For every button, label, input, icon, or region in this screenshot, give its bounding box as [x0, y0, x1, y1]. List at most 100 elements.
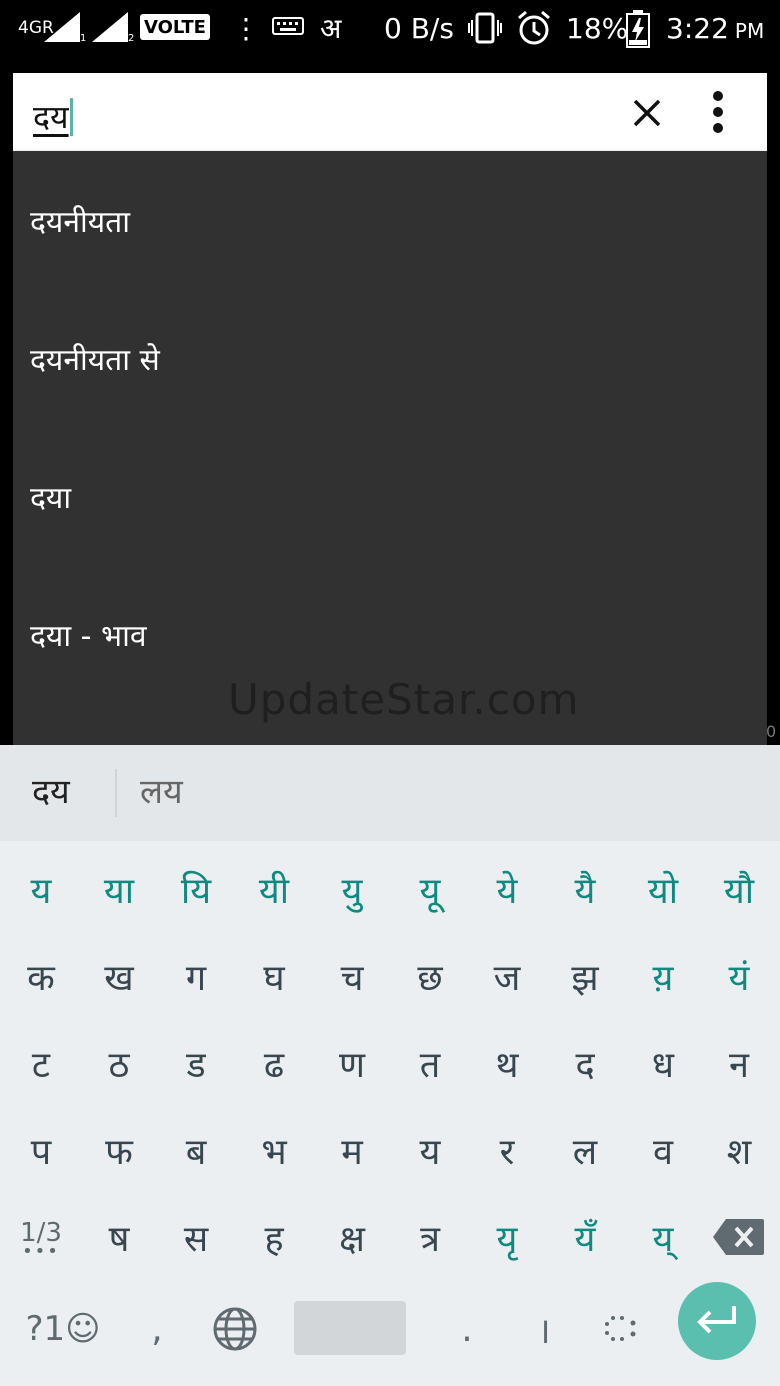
key[interactable]: यँ — [546, 1194, 624, 1280]
key[interactable]: यृ — [468, 1194, 546, 1280]
key[interactable]: च — [313, 933, 391, 1019]
suggestion-label: दया — [30, 480, 72, 516]
signal-sim1-icon — [44, 12, 80, 42]
key[interactable]: या — [80, 846, 158, 932]
clear-search-icon[interactable] — [625, 91, 669, 135]
key[interactable]: ग — [157, 933, 235, 1019]
suggestion-item[interactable]: दयनीयता — [13, 151, 767, 289]
key[interactable]: यु — [313, 846, 391, 932]
sim1-label: 1 — [80, 33, 87, 44]
key-row-3: ट ठ ड ढ ण त थ द ध न — [0, 1020, 780, 1106]
key[interactable]: भ — [235, 1107, 313, 1193]
hindi-input-indicator: अ — [320, 12, 342, 45]
sim2-label: 2 — [128, 33, 135, 44]
key[interactable]: ण — [313, 1020, 391, 1106]
key[interactable]: त — [391, 1020, 469, 1106]
key[interactable]: य — [2, 846, 80, 932]
more-options-icon[interactable] — [703, 87, 733, 137]
symbols-key[interactable]: ?1☺ — [18, 1286, 108, 1372]
backspace-key[interactable] — [700, 1194, 778, 1280]
key[interactable]: प — [2, 1107, 80, 1193]
page-dots-icon: ••• — [22, 1241, 60, 1262]
key[interactable]: ध — [624, 1020, 702, 1106]
danda-key[interactable]: । — [505, 1286, 583, 1372]
key[interactable]: क — [2, 933, 80, 1019]
space-bar[interactable] — [294, 1301, 406, 1355]
suggestion-label: दया - भाव — [30, 618, 147, 654]
period-key[interactable]: . — [428, 1286, 506, 1372]
key[interactable]: झ — [546, 933, 624, 1019]
candidate-primary[interactable]: दय — [32, 767, 70, 813]
key[interactable]: ये — [468, 846, 546, 932]
key[interactable]: र — [468, 1107, 546, 1193]
key[interactable]: फ — [80, 1107, 158, 1193]
key[interactable]: ज — [468, 933, 546, 1019]
page-switch-key[interactable]: 1/3 ••• — [2, 1194, 80, 1280]
key-row-5: 1/3 ••• ष स ह क्ष त्र यृ यँ य् — [0, 1194, 780, 1280]
suggestion-list: दयनीयता दयनीयता से दया दया - भाव — [13, 151, 767, 745]
language-key[interactable] — [196, 1286, 274, 1372]
key[interactable]: न — [700, 1020, 778, 1106]
key[interactable]: यै — [546, 846, 624, 932]
key[interactable]: श — [700, 1107, 778, 1193]
key-row-4: प फ ब भ म य र ल व श — [0, 1107, 780, 1193]
key[interactable]: यो — [624, 846, 702, 932]
key[interactable]: यि — [157, 846, 235, 932]
key[interactable]: ष — [80, 1194, 158, 1280]
enter-button[interactable] — [678, 1282, 756, 1360]
status-bar: 4GR 1 2 VOLTE ⋮ अ 0 B/s 18% 3:22 PM — [0, 0, 780, 56]
emoji-key[interactable] — [582, 1286, 660, 1372]
key[interactable]: घ — [235, 933, 313, 1019]
key[interactable]: व — [624, 1107, 702, 1193]
key[interactable]: ब — [157, 1107, 235, 1193]
globe-icon — [213, 1307, 257, 1351]
comma-key[interactable]: , — [118, 1286, 196, 1372]
text-cursor — [69, 98, 73, 136]
key[interactable]: यी — [235, 846, 313, 932]
key[interactable]: यू — [391, 846, 469, 932]
clock: 3:22 PM — [666, 0, 764, 56]
suggestion-item[interactable]: दया — [13, 427, 767, 565]
key[interactable]: ड — [157, 1020, 235, 1106]
battery-percent: 18% — [566, 11, 629, 45]
key[interactable]: त्र — [391, 1194, 469, 1280]
key[interactable]: यं — [700, 933, 778, 1019]
key[interactable]: म — [313, 1107, 391, 1193]
suggestion-item[interactable]: दयनीयता से — [13, 289, 767, 427]
watermark: UpdateStar.com — [228, 675, 580, 724]
key-row-2: क ख ग घ च छ ज झ य़ यं — [0, 933, 780, 1019]
key[interactable]: य़ — [624, 933, 702, 1019]
search-input[interactable]: दय — [33, 95, 73, 138]
key[interactable]: स — [157, 1194, 235, 1280]
keyboard: दय लय य या यि यी यु यू ये यै यो यौ क ख ग… — [0, 745, 780, 1386]
key[interactable]: यौ — [700, 846, 778, 932]
key[interactable]: ठ — [80, 1020, 158, 1106]
battery-charging-icon — [626, 10, 650, 48]
key[interactable]: द — [546, 1020, 624, 1106]
key[interactable]: य् — [624, 1194, 702, 1280]
key-row-1: य या यि यी यु यू ये यै यो यौ — [0, 846, 780, 932]
key[interactable]: थ — [468, 1020, 546, 1106]
clock-time: 3:22 — [666, 11, 729, 45]
keyboard-notification-icon — [272, 17, 304, 35]
search-query: दय — [33, 98, 69, 136]
suggestion-label: दयनीयता से — [30, 342, 160, 378]
candidate-divider — [115, 769, 117, 817]
vibrate-icon — [468, 12, 502, 44]
key[interactable]: छ — [391, 933, 469, 1019]
edge-text: 0 — [766, 722, 777, 741]
key[interactable]: क्ष — [313, 1194, 391, 1280]
key[interactable]: ह — [235, 1194, 313, 1280]
overflow-notifications-icon: ⋮ — [232, 11, 260, 45]
key[interactable]: ट — [2, 1020, 80, 1106]
backspace-icon — [713, 1219, 764, 1255]
key[interactable]: य — [391, 1107, 469, 1193]
key[interactable]: ख — [80, 933, 158, 1019]
volte-badge: VOLTE — [140, 14, 210, 40]
key[interactable]: ल — [546, 1107, 624, 1193]
suggestion-label: दयनीयता — [30, 204, 131, 240]
search-bar: दय — [13, 73, 767, 151]
alarm-icon — [518, 10, 550, 45]
key[interactable]: ढ — [235, 1020, 313, 1106]
candidate-secondary[interactable]: लय — [140, 767, 183, 813]
